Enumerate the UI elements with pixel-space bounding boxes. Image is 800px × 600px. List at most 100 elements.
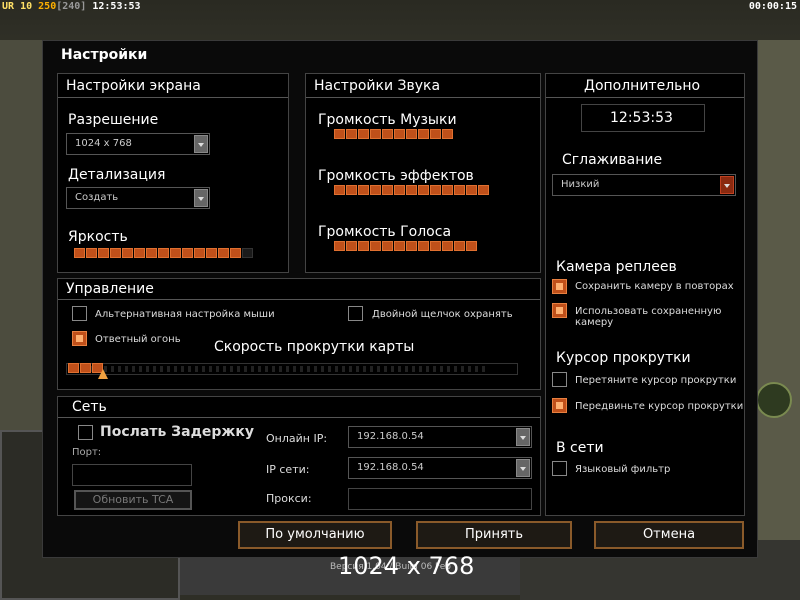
online-ip-dropdown[interactable]: 192.168.0.54 xyxy=(348,426,532,448)
scroll-speed-track[interactable] xyxy=(66,363,518,375)
scroll-tick xyxy=(195,366,198,372)
chevron-down-icon[interactable] xyxy=(516,428,530,446)
effects-volume-slider[interactable] xyxy=(334,185,489,197)
divider xyxy=(58,417,540,418)
slider-segment xyxy=(406,241,417,251)
scroll-tick xyxy=(258,366,261,372)
hud-timer: 00:00:15 xyxy=(748,1,797,12)
screen-settings-title: Настройки экрана xyxy=(66,78,201,94)
language-filter-checkbox[interactable] xyxy=(552,461,567,476)
move-cursor-checkbox[interactable] xyxy=(552,398,567,413)
scroll-tick xyxy=(419,366,422,372)
screen-settings-panel: Настройки экрана Разрешение 1024 x 768 Д… xyxy=(57,73,289,273)
lan-ip-label: IP сети: xyxy=(266,463,310,476)
scroll-speed-label: Скорость прокрутки карты xyxy=(214,339,415,355)
scroll-tick xyxy=(377,366,380,372)
slider-segment xyxy=(80,363,91,373)
port-input[interactable] xyxy=(72,464,192,486)
scroll-tick xyxy=(335,366,338,372)
antialiasing-label: Сглаживание xyxy=(562,152,663,168)
control-panel: Управление Альтернативная настройка мыши… xyxy=(57,278,541,390)
slider-segment xyxy=(74,248,85,258)
time-value: 12:53:53 xyxy=(610,110,673,126)
slider-segment xyxy=(358,241,369,251)
slider-segment xyxy=(442,241,453,251)
brightness-label: Яркость xyxy=(68,229,128,245)
drag-cursor-checkbox[interactable] xyxy=(552,372,567,387)
slider-segment xyxy=(334,241,345,251)
scroll-tick xyxy=(426,366,429,372)
cancel-button[interactable]: Отмена xyxy=(594,521,744,549)
alt-mouse-checkbox[interactable] xyxy=(72,306,87,321)
slider-segment xyxy=(370,129,381,139)
scroll-cursor-label: Курсор прокрутки xyxy=(556,350,691,366)
send-delay-checkbox[interactable] xyxy=(78,425,93,440)
language-filter-label: Языковый фильтр xyxy=(575,464,671,475)
dialog-title: Настройки xyxy=(61,47,148,63)
hud-money: 250 xyxy=(38,1,57,12)
lan-ip-value: 192.168.0.54 xyxy=(357,462,424,473)
slider-segment xyxy=(370,185,381,195)
game-scene-right xyxy=(758,40,800,600)
double-click-checkbox[interactable] xyxy=(348,306,363,321)
scroll-tick xyxy=(314,366,317,372)
scroll-tick xyxy=(454,366,457,372)
send-delay-label: Послать Задержку xyxy=(100,424,254,440)
divider xyxy=(306,97,540,98)
chevron-down-icon[interactable] xyxy=(194,189,208,207)
scroll-tick xyxy=(181,366,184,372)
lan-ip-dropdown[interactable]: 192.168.0.54 xyxy=(348,457,532,479)
accept-button[interactable]: Принять xyxy=(416,521,572,549)
save-camera-checkbox[interactable] xyxy=(552,279,567,294)
scroll-tick xyxy=(244,366,247,372)
music-volume-label: Громкость Музыки xyxy=(318,112,457,128)
slider-segment xyxy=(68,363,79,373)
chevron-down-icon[interactable] xyxy=(194,135,208,153)
slider-segment xyxy=(418,129,429,139)
slider-segment xyxy=(454,185,465,195)
proxy-label: Прокси: xyxy=(266,492,312,505)
slider-segment xyxy=(334,185,345,195)
slider-segment xyxy=(218,248,229,258)
chevron-down-icon[interactable] xyxy=(720,176,734,194)
default-button[interactable]: По умолчанию xyxy=(238,521,392,549)
detail-value: Создать xyxy=(75,192,119,203)
chevron-down-icon[interactable] xyxy=(516,459,530,477)
sound-settings-panel: Настройки Звука Громкость Музыки Громкос… xyxy=(305,73,541,273)
scroll-tick xyxy=(174,366,177,372)
double-click-label: Двойной щелчок охранять xyxy=(372,309,513,320)
use-saved-camera-checkbox[interactable] xyxy=(552,303,567,318)
resolution-label: Разрешение xyxy=(68,112,159,128)
detail-dropdown[interactable]: Создать xyxy=(66,187,210,209)
slider-segment xyxy=(194,248,205,258)
scroll-tick xyxy=(356,366,359,372)
scroll-tick xyxy=(384,366,387,372)
hud-money-cap: [240] xyxy=(56,1,87,12)
slider-segment xyxy=(170,248,181,258)
brightness-slider[interactable] xyxy=(74,248,253,260)
slider-segment xyxy=(430,129,441,139)
scroll-tick xyxy=(160,366,163,372)
scroll-tick xyxy=(237,366,240,372)
resolution-dropdown[interactable]: 1024 x 768 xyxy=(66,133,210,155)
online-label: В сети xyxy=(556,440,604,456)
music-volume-slider[interactable] xyxy=(334,129,453,141)
slider-segment xyxy=(230,248,241,258)
port-label: Порт: xyxy=(72,447,102,458)
slider-segment xyxy=(334,129,345,139)
replay-camera-label: Камера реплеев xyxy=(556,259,677,275)
slider-segment xyxy=(442,185,453,195)
scroll-speed-thumb-icon[interactable] xyxy=(98,369,108,379)
slider-segment xyxy=(382,241,393,251)
divider xyxy=(58,299,540,300)
slider-segment xyxy=(86,248,97,258)
online-ip-value: 192.168.0.54 xyxy=(357,431,424,442)
proxy-input[interactable] xyxy=(348,488,532,510)
return-fire-checkbox[interactable] xyxy=(72,331,87,346)
use-saved-camera-label: Использовать сохраненную камеру xyxy=(575,306,722,328)
scroll-tick xyxy=(475,366,478,372)
voice-volume-slider[interactable] xyxy=(334,241,477,253)
scroll-tick xyxy=(202,366,205,372)
update-tca-button[interactable]: Обновить TCA xyxy=(74,490,192,510)
antialiasing-dropdown[interactable]: Низкий xyxy=(552,174,736,196)
